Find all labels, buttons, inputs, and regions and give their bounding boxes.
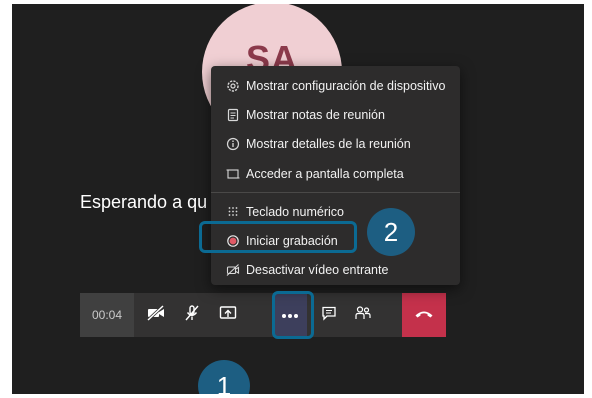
call-timer: 00:04 — [80, 293, 134, 337]
more-icon — [281, 306, 299, 324]
participants-icon — [354, 305, 372, 326]
menu-item-meeting-notes[interactable]: Mostrar notas de reunión — [211, 103, 460, 127]
share-icon — [219, 305, 237, 326]
menu-item-label: Mostrar notas de reunión — [246, 108, 385, 122]
meeting-stage: SA Esperando a qu Mostrar configuración … — [12, 4, 584, 394]
chat-icon — [321, 305, 337, 326]
menu-item-keypad[interactable]: Teclado numérico — [211, 200, 460, 224]
hangup-icon — [414, 306, 434, 324]
waiting-message: Esperando a qu — [80, 192, 208, 212]
step-2-callout: 2 — [367, 208, 415, 256]
step-1-callout: 1 — [198, 360, 250, 394]
keypad-icon — [225, 204, 241, 220]
mic-off-icon — [183, 304, 201, 327]
menu-item-fullscreen[interactable]: Acceder a pantalla completa — [211, 162, 460, 186]
menu-item-label: Iniciar grabación — [246, 234, 338, 248]
menu-item-start-recording[interactable]: Iniciar grabación — [211, 229, 460, 253]
mic-toggle-button[interactable] — [175, 293, 209, 337]
menu-item-label: Mostrar detalles de la reunión — [246, 137, 411, 151]
hangup-button[interactable] — [402, 293, 446, 337]
more-options-menu: Mostrar configuración de dispositivo Mos… — [211, 66, 460, 285]
menu-item-device-settings[interactable]: Mostrar configuración de dispositivo — [211, 74, 460, 98]
call-toolbar: 00:04 — [80, 293, 446, 337]
more-actions-button[interactable] — [273, 293, 307, 337]
gear-icon — [225, 78, 241, 94]
notes-icon — [225, 107, 241, 123]
menu-item-label: Mostrar configuración de dispositivo — [246, 79, 446, 93]
menu-item-disable-video[interactable]: Desactivar vídeo entrante — [211, 258, 460, 282]
share-screen-button[interactable] — [211, 293, 245, 337]
participants-button[interactable] — [346, 293, 380, 337]
menu-item-label: Teclado numérico — [246, 205, 344, 219]
camera-toggle-button[interactable] — [139, 293, 173, 337]
chat-button[interactable] — [312, 293, 346, 337]
record-icon — [225, 233, 241, 249]
info-icon — [225, 136, 241, 152]
menu-item-label: Acceder a pantalla completa — [246, 167, 404, 181]
menu-item-meeting-details[interactable]: Mostrar detalles de la reunión — [211, 132, 460, 156]
fullscreen-icon — [225, 166, 241, 182]
video-off-icon — [225, 262, 241, 278]
menu-divider — [211, 192, 460, 193]
camera-off-icon — [146, 304, 166, 326]
menu-item-label: Desactivar vídeo entrante — [246, 263, 389, 277]
